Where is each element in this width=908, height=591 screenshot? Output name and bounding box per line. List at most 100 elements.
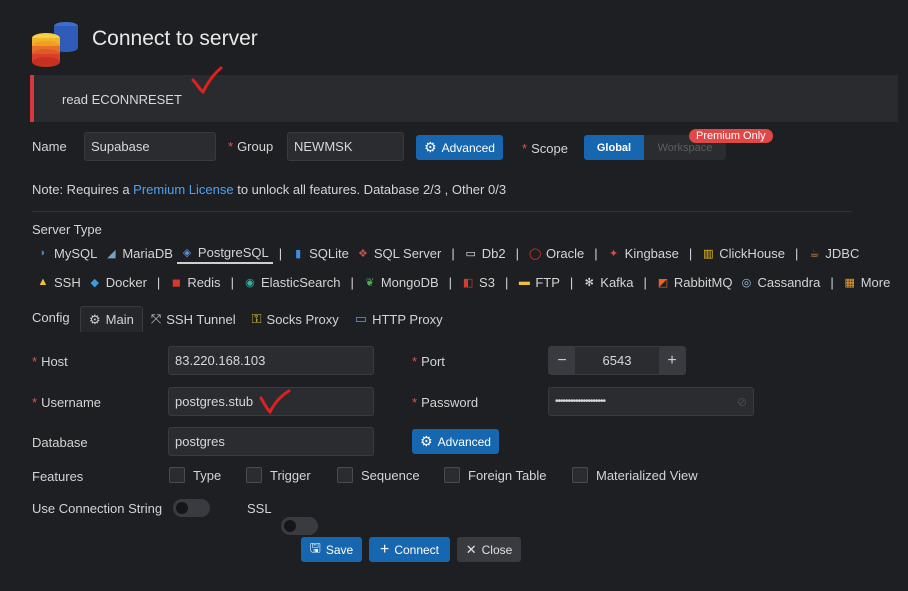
http-proxy-icon: ▭ — [354, 311, 368, 326]
checkbox[interactable] — [246, 467, 262, 483]
premium-badge: Premium Only — [689, 129, 773, 143]
server-type-kafka[interactable]: ✻ Kafka — [579, 271, 637, 293]
ssl-label: SSL — [247, 501, 272, 516]
separator: | — [350, 274, 354, 290]
tab-label: Main — [105, 312, 134, 327]
advanced-button[interactable]: ⚙ Advanced — [416, 135, 503, 160]
feature-trigger[interactable]: Trigger — [246, 467, 311, 483]
server-type-cassandra[interactable]: ◎ Cassandra — [736, 271, 824, 293]
group-label: Group — [237, 139, 274, 154]
folder-icon: ▬ — [518, 276, 530, 288]
server-type-label: MongoDB — [380, 274, 439, 290]
feature-materialized-view[interactable]: Materialized View — [572, 467, 698, 483]
tab-label: HTTP Proxy — [372, 311, 443, 327]
host-input[interactable]: 83.220.168.103 — [168, 346, 374, 375]
connect-button[interactable]: + Connect — [369, 537, 450, 562]
clickhouse-icon: ▥ — [703, 247, 714, 260]
database-label: Database — [32, 435, 88, 450]
server-type-mariadb[interactable]: ◢ MariaDB — [101, 242, 177, 264]
sqlite-icon: ▮ — [295, 247, 302, 260]
server-type-redis[interactable]: ◼ Redis — [166, 271, 224, 293]
server-type-label: Db2 — [481, 245, 506, 261]
server-type-db2[interactable]: ▭ Db2 — [461, 242, 510, 264]
checkmark-annotation-icon — [191, 66, 223, 95]
server-type-mongodb[interactable]: ❦ MongoDB — [360, 271, 443, 293]
group-input[interactable]: NEWMSK — [287, 132, 404, 161]
server-type-elasticsearch[interactable]: ◉ ElasticSearch — [240, 271, 344, 293]
feature-type[interactable]: Type — [169, 467, 221, 483]
server-type-label: Server Type — [32, 222, 102, 237]
separator: | — [643, 274, 647, 290]
server-type-label: SSH — [54, 274, 81, 290]
feature-foreign-table[interactable]: Foreign Table — [444, 467, 547, 483]
server-type-label: Docker — [105, 274, 147, 290]
use-connection-string-toggle[interactable] — [173, 499, 210, 517]
server-type-more[interactable]: ▦ More — [840, 271, 895, 293]
ssl-toggle[interactable] — [281, 517, 318, 535]
scope-global[interactable]: Global — [584, 135, 644, 160]
checkbox[interactable] — [169, 467, 185, 483]
name-input[interactable]: Supabase — [84, 132, 216, 161]
eye-off-icon[interactable]: ⊘ — [737, 395, 747, 409]
database-advanced-button[interactable]: ⚙ Advanced — [412, 429, 499, 454]
server-type-clickhouse[interactable]: ▥ ClickHouse — [698, 242, 789, 264]
postgresql-icon: ◈ — [182, 246, 192, 259]
database-input[interactable]: postgres — [168, 427, 374, 456]
server-type-sql-server[interactable]: ❖ SQL Server — [353, 242, 445, 264]
database-stack-icon — [32, 22, 78, 67]
port-value[interactable]: 6543 — [575, 347, 659, 374]
save-button[interactable]: 🖫 Save — [301, 537, 362, 562]
checkbox[interactable] — [444, 467, 460, 483]
proxy-icon: ⚿ — [251, 311, 262, 326]
server-type-ssh[interactable]: ▲ SSH — [33, 271, 85, 293]
separator: | — [688, 245, 693, 261]
premium-license-link[interactable]: Premium License — [133, 182, 233, 197]
tab-socks-proxy[interactable]: ⚿ Socks Proxy — [244, 306, 347, 332]
server-type-docker[interactable]: ◆ Docker — [85, 271, 151, 293]
feature-materialized-view-label: Materialized View — [596, 467, 698, 483]
tab-http-proxy[interactable]: ▭ HTTP Proxy — [347, 306, 451, 332]
db2-icon: ▭ — [465, 247, 476, 260]
port-decrement-button[interactable]: − — [549, 347, 575, 374]
close-button-label: Close — [481, 542, 513, 557]
toggle-knob — [284, 520, 296, 532]
checkbox[interactable] — [572, 467, 588, 483]
feature-sequence[interactable]: Sequence — [337, 467, 420, 483]
cassandra-icon: ◎ — [741, 276, 752, 289]
toggle-knob — [176, 502, 188, 514]
group-label-wrap: * Group — [228, 139, 274, 154]
separator: | — [451, 245, 455, 261]
server-type-label: Kingbase — [624, 245, 679, 261]
tab-label: Socks Proxy — [266, 311, 339, 327]
server-type-label: MySQL — [54, 245, 98, 261]
tab-ssh-tunnel[interactable]: ⤧ SSH Tunnel — [143, 306, 244, 332]
s3-icon: ◧ — [462, 276, 474, 289]
server-type-label: ElasticSearch — [260, 274, 341, 290]
checkbox[interactable] — [337, 467, 353, 483]
close-icon: ✕ — [465, 541, 477, 557]
feature-type-label: Type — [193, 467, 222, 483]
server-type-label: PostgreSQL — [197, 244, 269, 260]
password-input[interactable]: •••••••••••••••••••• ⊘ — [548, 387, 754, 416]
password-label: Password — [421, 395, 479, 410]
server-type-oracle[interactable]: ◯ Oracle — [525, 242, 588, 264]
tab-main[interactable]: ⚙ Main — [80, 306, 143, 332]
server-type-sqlite[interactable]: ▮ SQLite — [288, 242, 353, 264]
rabbitmq-icon: ◩ — [657, 276, 669, 289]
note-prefix: Note: Requires a — [32, 182, 134, 197]
host-label-wrap: * Host — [32, 354, 68, 369]
server-type-postgresql[interactable]: ◈ PostgreSQL — [176, 242, 273, 264]
port-increment-button[interactable]: + — [659, 347, 685, 374]
server-type-kingbase[interactable]: ✦ Kingbase — [604, 242, 683, 264]
server-type-label: RabbitMQ — [673, 274, 733, 290]
server-type-label: ClickHouse — [719, 245, 786, 261]
server-type-s3[interactable]: ◧ S3 — [458, 271, 499, 293]
server-type-label: SQL Server — [373, 245, 442, 261]
server-type-mysql[interactable]: ◗ MySQL — [33, 242, 101, 264]
close-button[interactable]: ✕ Close — [457, 537, 521, 562]
server-type-ftp[interactable]: ▬ FTP — [514, 271, 564, 293]
server-type-jdbc[interactable]: ☕ JDBC — [804, 242, 863, 264]
port-stepper: − 6543 + — [548, 346, 686, 375]
server-type-rabbitmq[interactable]: ◩ RabbitMQ — [653, 271, 737, 293]
separator: | — [504, 274, 509, 290]
